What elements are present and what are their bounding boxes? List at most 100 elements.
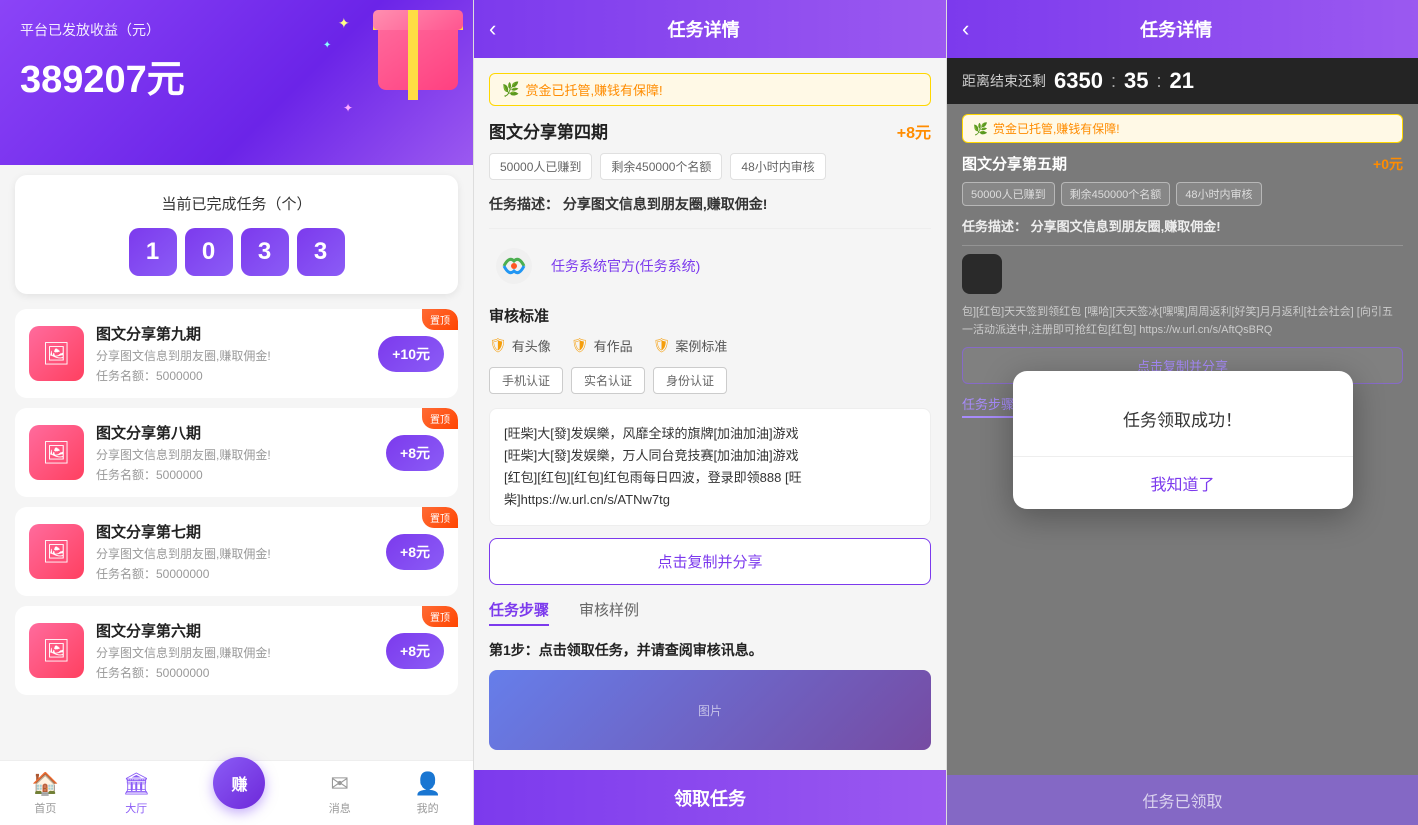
review-title: 审核标准 <box>489 305 931 326</box>
profile-icon: 👤 <box>414 771 441 797</box>
task-quota: 任务名额：50000000 <box>96 664 374 681</box>
panel-middle: ‹ 任务详情 🌿 赏金已托管,赚钱有保障! 图文分享第四期 +8元 50000人… <box>473 0 946 825</box>
task-name: 图文分享第六期 <box>96 620 374 641</box>
stat-pill-1: 50000人已赚到 <box>489 153 592 180</box>
modal-body: 任务领取成功！ <box>1013 371 1353 456</box>
task-description: 任务描述： 分享图文信息到朋友圈,赚取佣金! <box>489 194 931 214</box>
nav-hall-label: 大厅 <box>125 800 147 816</box>
task-reward-amount: +8元 <box>897 119 931 143</box>
gift-illustration: ✦ ✦ ✦ <box>318 10 458 130</box>
task-reward[interactable]: +8元 <box>386 534 444 570</box>
copy-text-box: [旺柴]大[發]发娱樂，风靡全球的旗牌[加油加油]游戏[旺柴]大[發]发娱樂，万… <box>489 408 931 526</box>
corner-badge: 置顶 <box>422 507 458 528</box>
back-button[interactable]: ‹ <box>489 16 496 42</box>
task-period-title: 图文分享第四期 <box>489 118 608 143</box>
detail-title-2: 任务详情 <box>979 16 1373 42</box>
earn-button[interactable]: 赚 <box>213 757 265 809</box>
message-icon: ✉ <box>331 771 349 797</box>
review-criteria: 🛡 有头像 🛡 有作品 🛡 案例标准 <box>489 336 931 355</box>
task-icon: 🖼 <box>29 425 84 480</box>
task-item[interactable]: 置顶 🖼 图文分享第七期 分享图文信息到朋友圈,赚取佣金! 任务名额：50000… <box>15 507 458 596</box>
platform-name: 任务系统官方(任务系统) <box>551 256 700 276</box>
task-info: 图文分享第八期 分享图文信息到朋友圈,赚取佣金! 任务名额：5000000 <box>96 422 374 483</box>
platform-row: 任务系统官方(任务系统) <box>489 241 931 291</box>
stats-numbers: 1 0 3 3 <box>35 228 438 276</box>
task-name: 图文分享第九期 <box>96 323 366 344</box>
tab-steps[interactable]: 任务步骤 <box>489 599 549 626</box>
task-desc: 分享图文信息到朋友圈,赚取佣金! <box>96 545 374 562</box>
bottom-nav: 🏠 首页 🏛 大厅 赚 ✉ 消息 👤 我的 <box>0 760 473 825</box>
detail-header2: ‹ 任务详情 <box>947 0 1418 58</box>
success-modal: 任务领取成功！ 我知道了 <box>1013 371 1353 509</box>
modal-confirm-button[interactable]: 我知道了 <box>1013 457 1353 509</box>
timer-row: 距离结束还剩 6350 : 35 : 21 <box>947 58 1418 104</box>
timer-sep-2: : <box>1156 71 1161 92</box>
stat-digit-4: 3 <box>297 228 345 276</box>
task-icon: 🖼 <box>29 524 84 579</box>
corner-badge: 置顶 <box>422 408 458 429</box>
task-reward[interactable]: +10元 <box>378 336 444 372</box>
timer-value-2: 35 <box>1124 68 1148 94</box>
criteria-work: 🛡 有作品 <box>571 336 633 355</box>
stat-digit-2: 0 <box>185 228 233 276</box>
tab-review-examples[interactable]: 审核样例 <box>579 599 639 626</box>
claimed-task-button: 任务已领取 <box>947 775 1418 825</box>
task-item[interactable]: 置顶 🖼 图文分享第八期 分享图文信息到朋友圈,赚取佣金! 任务名额：50000… <box>15 408 458 497</box>
modal-overlay: 任务领取成功！ 我知道了 <box>947 104 1418 775</box>
corner-badge: 置顶 <box>422 606 458 627</box>
back-button-2[interactable]: ‹ <box>962 16 969 42</box>
step-image: 图片 <box>489 670 931 750</box>
tag-real: 实名认证 <box>571 367 645 394</box>
desc-label: 任务描述： <box>489 196 559 212</box>
detail-title: 任务详情 <box>506 16 901 42</box>
criteria-label-1: 有头像 <box>512 336 551 355</box>
task-reward[interactable]: +8元 <box>386 435 444 471</box>
detail-content: 🌿 赏金已托管,赚钱有保障! 图文分享第四期 +8元 50000人已赚到 剩余4… <box>474 58 946 770</box>
desc-content: 分享图文信息到朋友圈,赚取佣金! <box>563 196 768 212</box>
nav-profile[interactable]: 👤 我的 <box>414 771 441 816</box>
task-info: 图文分享第七期 分享图文信息到朋友圈,赚取佣金! 任务名额：50000000 <box>96 521 374 582</box>
task-quota: 任务名额：50000000 <box>96 565 374 582</box>
modal-message: 任务领取成功！ <box>1033 406 1333 431</box>
criteria-case: 🛡 案例标准 <box>653 336 728 355</box>
stats-title: 当前已完成任务（个） <box>35 193 438 214</box>
hall-icon: 🏛 <box>122 771 150 797</box>
criteria-label-3: 案例标准 <box>675 336 727 355</box>
nav-earn[interactable]: 赚 <box>213 777 265 809</box>
shield-icon-1: 🛡 <box>489 337 507 354</box>
steps-tabs: 任务步骤 审核样例 <box>489 599 931 626</box>
task-reward[interactable]: +8元 <box>386 633 444 669</box>
task-desc: 分享图文信息到朋友圈,赚取佣金! <box>96 347 366 364</box>
claim-task-button[interactable]: 领取任务 <box>474 770 946 825</box>
stat-digit-1: 1 <box>129 228 177 276</box>
task-desc: 分享图文信息到朋友圈,赚取佣金! <box>96 644 374 661</box>
step1-text: 第1步：点击领取任务，并请查阅审核讯息。 <box>489 640 931 660</box>
banner: 平台已发放收益（元） 389207元 ✦ ✦ ✦ <box>0 0 473 165</box>
platform-logo <box>489 241 539 291</box>
banner-decoration: ✦ ✦ ✦ <box>318 10 458 130</box>
nav-message-label: 消息 <box>329 800 351 816</box>
trust-icon: 🌿 <box>502 81 519 98</box>
nav-profile-label: 我的 <box>417 800 439 816</box>
timer-value-1: 6350 <box>1054 68 1103 94</box>
task-item[interactable]: 置顶 🖼 图文分享第九期 分享图文信息到朋友圈,赚取佣金! 任务名额：50000… <box>15 309 458 398</box>
panel-right: ‹ 任务详情 距离结束还剩 6350 : 35 : 21 🌿 赏金已托管,赚钱有… <box>946 0 1418 825</box>
task-desc: 分享图文信息到朋友圈,赚取佣金! <box>96 446 374 463</box>
timer-value-3: 21 <box>1169 68 1193 94</box>
nav-hall[interactable]: 🏛 大厅 <box>122 771 150 816</box>
timer-label: 距离结束还剩 <box>962 71 1046 91</box>
nav-message[interactable]: ✉ 消息 <box>329 771 351 816</box>
task-item[interactable]: 置顶 🖼 图文分享第六期 分享图文信息到朋友圈,赚取佣金! 任务名额：50000… <box>15 606 458 695</box>
task-stats-row: 50000人已赚到 剩余450000个名额 48小时内审核 <box>489 153 931 180</box>
tag-phone: 手机认证 <box>489 367 563 394</box>
task-info: 图文分享第六期 分享图文信息到朋友圈,赚取佣金! 任务名额：50000000 <box>96 620 374 681</box>
criteria-avatar: 🛡 有头像 <box>489 336 551 355</box>
panel3-body: 🌿 赏金已托管,赚钱有保障! 图文分享第五期 +0元 50000人已赚到 剩余4… <box>947 104 1418 775</box>
criteria-label-2: 有作品 <box>594 336 633 355</box>
stat-pill-3: 48小时内审核 <box>730 153 825 180</box>
tag-id: 身份认证 <box>653 367 727 394</box>
stats-card: 当前已完成任务（个） 1 0 3 3 <box>15 175 458 294</box>
copy-share-button[interactable]: 点击复制并分享 <box>489 538 931 585</box>
nav-home[interactable]: 🏠 首页 <box>32 771 59 816</box>
trust-text: 赏金已托管,赚钱有保障! <box>525 80 662 99</box>
